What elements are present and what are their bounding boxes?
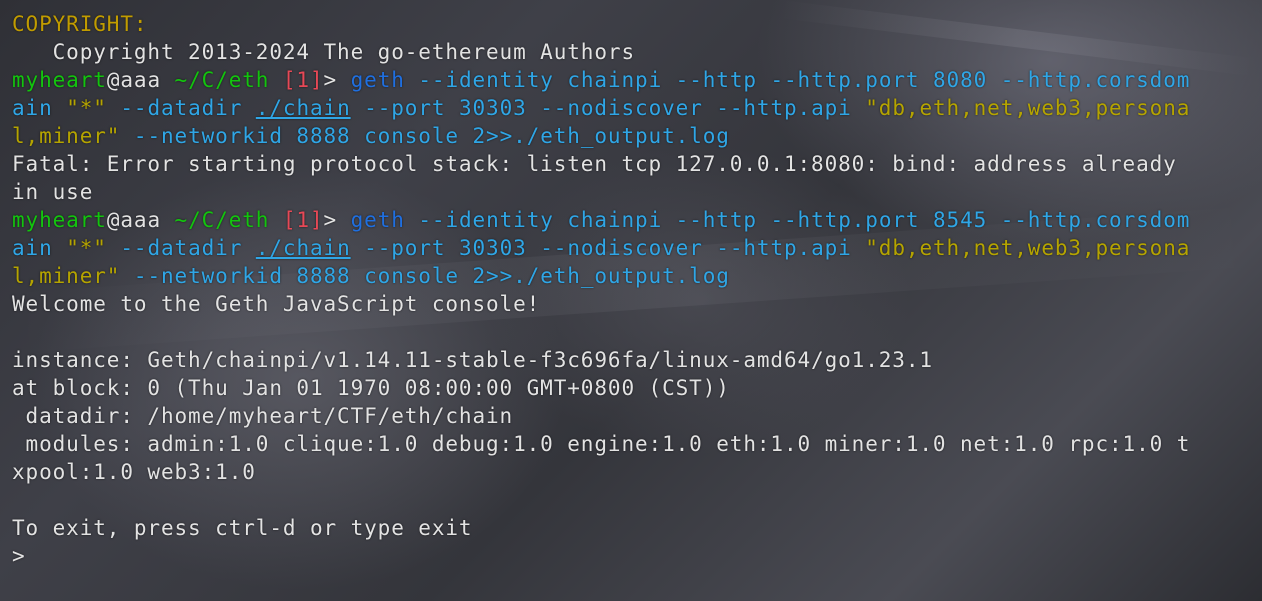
terminal-text-segment: --identity chainpi --http --http.port 80… bbox=[404, 68, 1191, 92]
terminal-line: datadir: /home/myheart/CTF/eth/chain bbox=[12, 402, 1262, 430]
terminal-line: l,miner" --networkid 8888 console 2>>./e… bbox=[12, 122, 1262, 150]
terminal-line: Fatal: Error starting protocol stack: li… bbox=[12, 150, 1262, 178]
terminal-line: xpool:1.0 web3:1.0 bbox=[12, 458, 1262, 486]
terminal-text-segment: Fatal: Error starting protocol stack: li… bbox=[12, 152, 1177, 176]
terminal-line: ain "*" --datadir ./chain --port 30303 -… bbox=[12, 94, 1262, 122]
terminal-text-segment: geth bbox=[350, 208, 405, 232]
terminal-text-segment: myheart bbox=[12, 68, 107, 92]
terminal-line: > bbox=[12, 542, 1262, 570]
terminal-text-segment: instance: Geth/chainpi/v1.14.11-stable-f… bbox=[12, 348, 933, 372]
terminal-text-segment: > bbox=[323, 208, 351, 232]
terminal-text-segment: ~/C/eth bbox=[174, 208, 283, 232]
terminal-text-segment: ~/C/eth bbox=[174, 68, 283, 92]
terminal-text-segment: > bbox=[323, 68, 351, 92]
terminal-text-segment: l,miner" bbox=[12, 264, 121, 288]
terminal-text-segment: ain bbox=[12, 236, 67, 260]
terminal-text-segment: --networkid 8888 console 2>>./eth_output… bbox=[120, 264, 730, 288]
terminal-text-segment: "*" bbox=[66, 96, 107, 120]
terminal-line: at block: 0 (Thu Jan 01 1970 08:00:00 GM… bbox=[12, 374, 1262, 402]
terminal-text-segment: myheart bbox=[12, 208, 107, 232]
terminal-text-segment: --datadir bbox=[106, 96, 256, 120]
terminal-line: COPYRIGHT: bbox=[12, 10, 1262, 38]
terminal-text-segment: ain bbox=[12, 96, 67, 120]
terminal-line: l,miner" --networkid 8888 console 2>>./e… bbox=[12, 262, 1262, 290]
terminal-text-segment: Copyright 2013-2024 The go-ethereum Auth… bbox=[12, 40, 635, 64]
terminal-line: ain "*" --datadir ./chain --port 30303 -… bbox=[12, 234, 1262, 262]
terminal-text-segment: at block: 0 (Thu Jan 01 1970 08:00:00 GM… bbox=[12, 376, 730, 400]
terminal-text-segment: > bbox=[12, 544, 40, 568]
terminal-text-segment: --port 30303 --nodiscover --http.api bbox=[350, 96, 866, 120]
terminal-text-segment: "*" bbox=[66, 236, 107, 260]
terminal-window[interactable]: COPYRIGHT: Copyright 2013-2024 The go-et… bbox=[0, 0, 1262, 601]
terminal-text-segment: --datadir bbox=[106, 236, 256, 260]
terminal-text-segment: geth bbox=[350, 68, 405, 92]
terminal-text-segment: [1] bbox=[282, 68, 324, 92]
terminal-text-segment: To exit, press ctrl-d or type exit bbox=[12, 516, 473, 540]
terminal-line: modules: admin:1.0 clique:1.0 debug:1.0 … bbox=[12, 430, 1262, 458]
terminal-text-segment: modules: admin:1.0 clique:1.0 debug:1.0 … bbox=[12, 432, 1191, 456]
terminal-text-segment: l,miner" bbox=[12, 124, 121, 148]
terminal-text-segment: ./chain bbox=[255, 96, 351, 120]
terminal-text-segment: "db,eth,net,web3,persona bbox=[865, 236, 1191, 260]
terminal-line: in use bbox=[12, 178, 1262, 206]
terminal-text-segment: --identity chainpi --http --http.port 85… bbox=[404, 208, 1191, 232]
terminal-text-segment: Welcome to the Geth JavaScript console! bbox=[12, 292, 541, 316]
terminal-text-segment: --port 30303 --nodiscover --http.api bbox=[350, 236, 866, 260]
terminal-text-segment: xpool:1.0 web3:1.0 bbox=[12, 460, 256, 484]
terminal-text-segment: COPYRIGHT: bbox=[12, 12, 148, 36]
terminal-output[interactable]: COPYRIGHT: Copyright 2013-2024 The go-et… bbox=[12, 10, 1262, 570]
terminal-text-segment: ./chain bbox=[255, 236, 351, 260]
terminal-line: To exit, press ctrl-d or type exit bbox=[12, 514, 1262, 542]
terminal-text-segment: [1] bbox=[282, 208, 324, 232]
terminal-line: instance: Geth/chainpi/v1.14.11-stable-f… bbox=[12, 346, 1262, 374]
terminal-line: myheart@aaa ~/C/eth [1]> geth --identity… bbox=[12, 206, 1262, 234]
terminal-text-segment: --networkid 8888 console 2>>./eth_output… bbox=[120, 124, 730, 148]
terminal-text-segment: in use bbox=[12, 180, 94, 204]
terminal-line: Welcome to the Geth JavaScript console! bbox=[12, 290, 1262, 318]
terminal-line: myheart@aaa ~/C/eth [1]> geth --identity… bbox=[12, 66, 1262, 94]
terminal-text-segment: @aaa bbox=[106, 68, 175, 92]
terminal-line: Copyright 2013-2024 The go-ethereum Auth… bbox=[12, 38, 1262, 66]
terminal-text-segment: @aaa bbox=[106, 208, 175, 232]
terminal-text-segment: "db,eth,net,web3,persona bbox=[865, 96, 1191, 120]
terminal-text-segment: datadir: /home/myheart/CTF/eth/chain bbox=[12, 404, 514, 428]
